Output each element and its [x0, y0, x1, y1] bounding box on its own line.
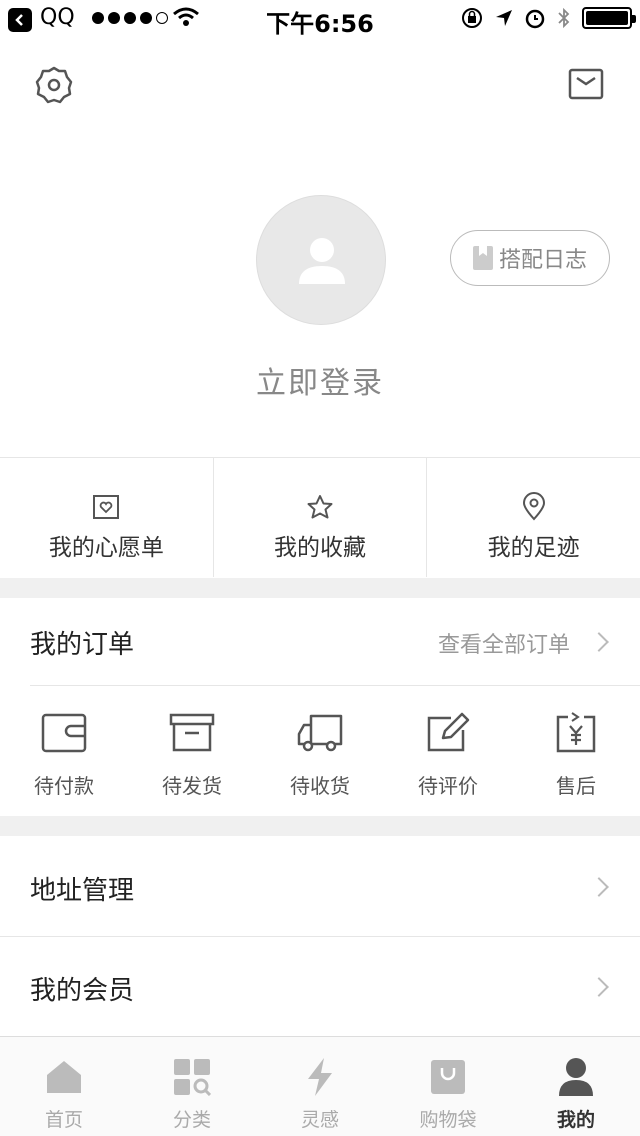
order-pending-review-label: 待评价: [418, 774, 478, 798]
truck-icon: [297, 714, 343, 752]
quick-links: 我的心愿单 我的收藏 我的足迹: [0, 457, 640, 577]
wishlist-link[interactable]: 我的心愿单: [0, 458, 214, 577]
order-pending-payment-label: 待付款: [34, 774, 94, 798]
alarm-icon: [525, 9, 545, 29]
orders-header[interactable]: 我的订单 查看全部订单: [0, 598, 640, 686]
tab-inspiration-label: 灵感: [300, 1109, 339, 1131]
tab-category[interactable]: 分类: [128, 1037, 256, 1136]
chevron-right-icon: [589, 877, 609, 897]
shopping-bag-icon: [431, 1060, 465, 1094]
wishlist-label: 我的心愿单: [48, 535, 164, 561]
footprints-label: 我的足迹: [487, 535, 580, 561]
footprints-link[interactable]: 我的足迹: [427, 458, 640, 577]
order-pending-payment[interactable]: 待付款: [0, 700, 128, 810]
avatar[interactable]: [256, 195, 386, 325]
chevron-right-icon: [589, 977, 609, 997]
user-icon: [559, 1058, 593, 1096]
user-silhouette-icon: [299, 238, 345, 284]
membership-label: 我的会员: [30, 976, 135, 1006]
tab-home-label: 首页: [44, 1109, 83, 1131]
chevron-right-icon: [589, 632, 609, 652]
login-link[interactable]: 立即登录: [0, 358, 640, 402]
status-bar: QQ 下午6:56: [0, 0, 640, 40]
order-pending-review[interactable]: 待评价: [384, 700, 512, 810]
star-icon: [307, 495, 333, 519]
order-after-sales[interactable]: 售后: [512, 700, 640, 810]
settings-gear-icon[interactable]: [34, 65, 74, 105]
favorites-link[interactable]: 我的收藏: [214, 458, 428, 577]
box-icon: [169, 713, 215, 752]
tab-home[interactable]: 首页: [0, 1037, 128, 1136]
address-management-row[interactable]: 地址管理: [0, 836, 640, 936]
divider: [30, 685, 640, 686]
wallet-icon: [41, 713, 87, 753]
tab-category-label: 分类: [172, 1109, 211, 1131]
category-icon: [174, 1059, 211, 1096]
orders-title: 我的订单: [30, 630, 135, 660]
favorites-label: 我的收藏: [274, 535, 366, 561]
home-icon: [47, 1061, 81, 1093]
message-inbox-icon[interactable]: [568, 68, 604, 100]
order-status-row: 待付款 待发货 待收货 待评价 售后: [0, 700, 640, 810]
rotation-lock-icon: [462, 8, 482, 28]
membership-row[interactable]: 我的会员: [0, 936, 640, 1036]
bluetooth-icon: [558, 7, 570, 29]
lightning-icon: [308, 1058, 332, 1096]
bookmark-book-icon: [472, 246, 493, 270]
order-pending-receipt[interactable]: 待收货: [256, 700, 384, 810]
edit-icon: [427, 712, 470, 752]
wishlist-icon: [93, 495, 120, 519]
tab-shopping-bag-label: 购物袋: [419, 1109, 477, 1131]
tab-shopping-bag[interactable]: 购物袋: [384, 1037, 512, 1136]
tab-me-label: 我的: [556, 1109, 595, 1131]
section-divider: [0, 578, 640, 598]
view-all-orders-link[interactable]: 查看全部订单: [438, 627, 570, 659]
outfit-diary-label: 搭配日志: [498, 248, 587, 273]
tab-me[interactable]: 我的: [512, 1037, 640, 1136]
location-pin-icon: [522, 492, 545, 521]
section-divider: [0, 816, 640, 836]
refund-icon: [556, 712, 596, 753]
order-pending-shipment[interactable]: 待发货: [128, 700, 256, 810]
order-pending-shipment-label: 待发货: [162, 774, 222, 798]
order-pending-receipt-label: 待收货: [290, 774, 350, 798]
tab-inspiration[interactable]: 灵感: [256, 1037, 384, 1136]
order-after-sales-label: 售后: [556, 774, 596, 798]
outfit-diary-button[interactable]: 搭配日志: [450, 230, 610, 286]
bottom-tab-bar: 首页 分类 灵感 购物袋 我的: [0, 1036, 640, 1136]
address-management-label: 地址管理: [30, 876, 135, 906]
battery-icon: [582, 7, 636, 29]
location-arrow-icon: [496, 10, 512, 26]
